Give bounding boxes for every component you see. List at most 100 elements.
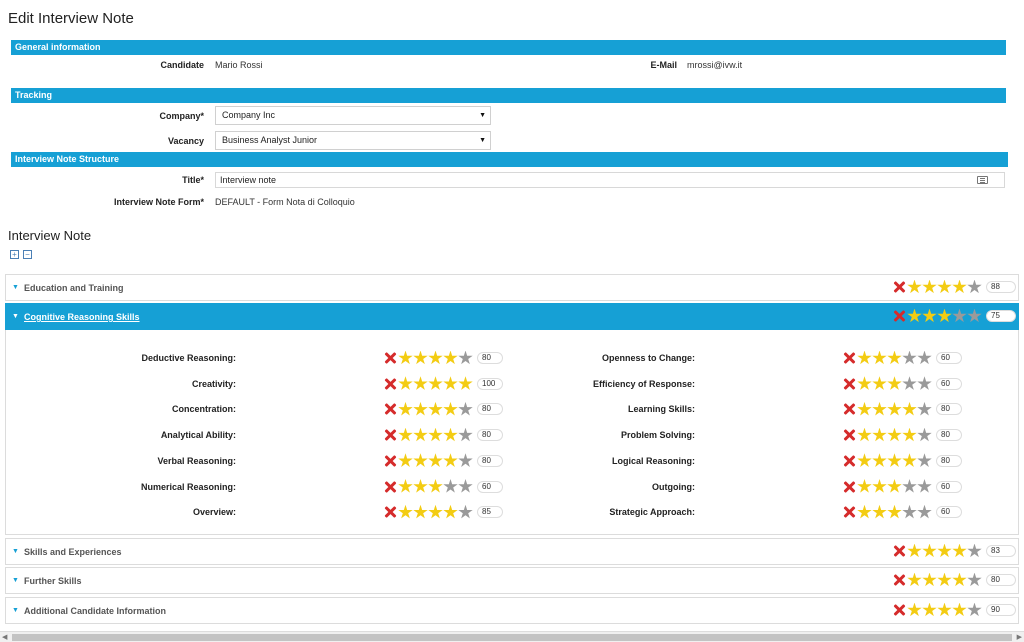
star-icon[interactable] [917,401,932,416]
star-icon[interactable] [952,279,967,294]
edit-form-icon[interactable] [977,176,988,184]
star-icon[interactable] [887,376,902,390]
clear-rating-x-icon[interactable] [842,505,856,519]
star-icon[interactable] [952,572,967,587]
section-further-skills[interactable]: ▼ Further Skills 80 [5,567,1019,594]
section-rating[interactable]: 90 [892,602,1016,618]
star-icon[interactable] [413,479,428,493]
star-icon[interactable] [857,376,872,390]
star-icon[interactable] [917,427,932,442]
criterion-rating[interactable]: 60 [842,504,962,520]
star-icon[interactable] [917,350,932,365]
star-icon[interactable] [902,504,917,519]
star-icon[interactable] [398,427,413,442]
section-additional-candidate-information[interactable]: ▼ Additional Candidate Information 90 [5,597,1019,624]
section-education-and-training[interactable]: ▼ Education and Training 88 [5,274,1019,301]
scroll-right-icon[interactable]: ▶ [1017,633,1022,641]
star-icon[interactable] [857,479,872,493]
star-icon[interactable] [857,427,872,442]
star-icon[interactable] [398,376,413,390]
star-icon[interactable] [413,427,428,442]
star-icon[interactable] [872,453,887,467]
clear-rating-x-icon[interactable] [842,402,856,416]
star-icon[interactable] [872,504,887,519]
star-icon[interactable] [917,453,932,467]
star-icon[interactable] [428,401,443,416]
star-icon[interactable] [857,401,872,416]
clear-rating-x-icon[interactable] [383,480,397,494]
star-icon[interactable] [857,453,872,467]
star-icon[interactable] [428,376,443,390]
criterion-rating[interactable]: 80 [383,401,503,417]
star-icon[interactable] [902,376,917,390]
star-icon[interactable] [872,479,887,493]
star-icon[interactable] [887,504,902,519]
star-icon[interactable] [952,602,967,617]
clear-rating-x-icon[interactable] [892,603,906,617]
star-icon[interactable] [458,479,473,493]
star-icon[interactable] [872,376,887,390]
star-icon[interactable] [907,543,922,558]
star-icon[interactable] [937,572,952,587]
star-icon[interactable] [428,504,443,519]
star-icon[interactable] [922,279,937,294]
star-icon[interactable] [967,543,982,558]
star-icon[interactable] [398,453,413,467]
star-icon[interactable] [458,427,473,442]
star-icon[interactable] [458,376,473,390]
star-icon[interactable] [872,427,887,442]
star-icon[interactable] [443,401,458,416]
clear-rating-x-icon[interactable] [842,377,856,391]
star-icon[interactable] [907,572,922,587]
criterion-rating[interactable]: 80 [842,401,962,417]
star-icon[interactable] [937,543,952,558]
clear-rating-x-icon[interactable] [892,544,906,558]
star-icon[interactable] [413,453,428,467]
star-icon[interactable] [458,504,473,519]
star-icon[interactable] [937,279,952,294]
star-icon[interactable] [917,376,932,390]
star-icon[interactable] [937,602,952,617]
star-icon[interactable] [428,453,443,467]
clear-rating-x-icon[interactable] [892,280,906,294]
star-icon[interactable] [398,479,413,493]
star-icon[interactable] [967,572,982,587]
star-icon[interactable] [413,401,428,416]
star-icon[interactable] [907,279,922,294]
star-icon[interactable] [917,504,932,519]
section-rating[interactable]: 88 [892,279,1016,295]
scrollbar-thumb[interactable] [12,634,1012,641]
star-icon[interactable] [917,479,932,493]
star-icon[interactable] [443,504,458,519]
star-icon[interactable] [428,479,443,493]
clear-rating-x-icon[interactable] [383,505,397,519]
star-icon[interactable] [458,350,473,365]
clear-rating-x-icon[interactable] [383,377,397,391]
criterion-rating[interactable]: 100 [383,376,503,392]
star-icon[interactable] [887,453,902,467]
star-icon[interactable] [922,602,937,617]
star-icon[interactable] [902,453,917,467]
star-icon[interactable] [413,504,428,519]
star-icon[interactable] [398,504,413,519]
star-icon[interactable] [937,308,952,323]
criterion-rating[interactable]: 85 [383,504,503,520]
star-icon[interactable] [967,308,982,323]
star-icon[interactable] [922,572,937,587]
expand-all-icon[interactable]: + [10,250,19,259]
collapse-all-icon[interactable]: − [23,250,32,259]
star-icon[interactable] [952,543,967,558]
clear-rating-x-icon[interactable] [842,428,856,442]
company-select[interactable]: Company Inc ▼ [215,106,491,125]
star-icon[interactable] [902,350,917,365]
star-icon[interactable] [872,350,887,365]
star-icon[interactable] [907,602,922,617]
clear-rating-x-icon[interactable] [383,351,397,365]
star-icon[interactable] [857,504,872,519]
star-icon[interactable] [967,602,982,617]
section-title[interactable]: Cognitive Reasoning Skills [24,312,140,322]
criterion-rating[interactable]: 60 [842,479,962,495]
star-icon[interactable] [902,427,917,442]
star-icon[interactable] [443,376,458,390]
star-icon[interactable] [428,427,443,442]
